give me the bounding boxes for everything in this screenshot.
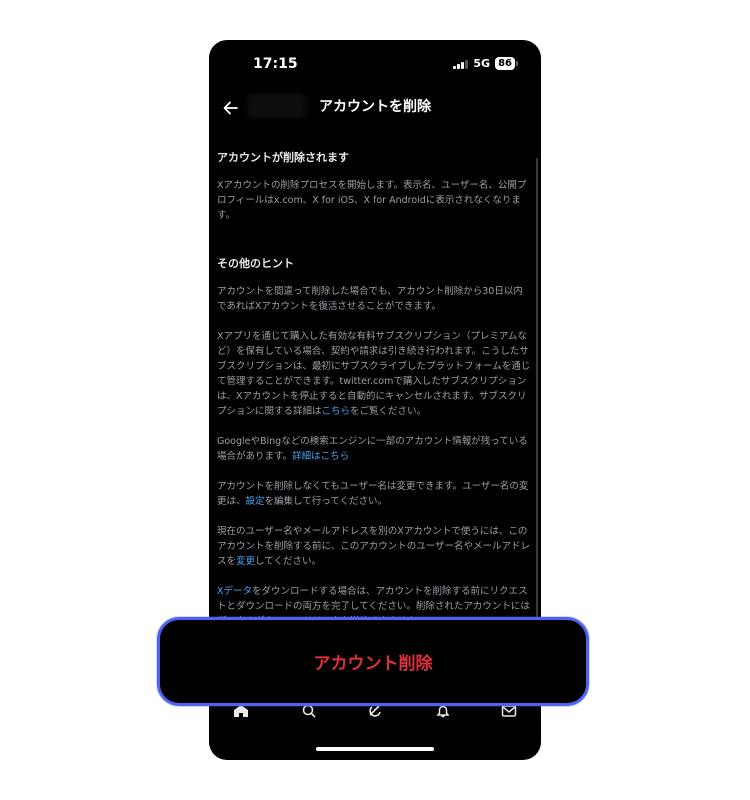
tip-paragraph: アカウントを削除しなくてもユーザー名は変更できます。ユーザー名の変更は、設定を編… bbox=[217, 481, 529, 507]
section-heading: その他のヒント bbox=[217, 257, 294, 270]
section-heading: アカウントが削除されます bbox=[217, 151, 349, 164]
grok-icon[interactable] bbox=[367, 704, 383, 718]
messages-icon[interactable] bbox=[501, 704, 517, 718]
settings-link[interactable]: 設定 bbox=[246, 496, 265, 507]
notifications-icon[interactable] bbox=[435, 704, 451, 718]
delete-account-label: アカウント削除 bbox=[313, 654, 433, 674]
x-data-link[interactable]: Xデータ bbox=[217, 586, 252, 597]
section-text: Xアカウントの削除プロセスを開始します。表示名、ユーザー名、公開プロフィールはx… bbox=[217, 180, 527, 221]
status-indicators: 5G 86 bbox=[453, 57, 518, 70]
search-icon[interactable] bbox=[301, 704, 317, 718]
home-indicator bbox=[316, 747, 434, 751]
network-label: 5G bbox=[473, 57, 491, 70]
battery-icon: 86 bbox=[495, 57, 518, 70]
home-icon[interactable] bbox=[233, 704, 249, 718]
delete-account-button[interactable]: アカウント削除 bbox=[157, 617, 589, 706]
tip-paragraph: アカウントを間違って削除した場合でも、アカウント削除から30日以内であればXアカ… bbox=[217, 286, 523, 312]
status-time: 17:15 bbox=[253, 56, 298, 72]
tip-paragraph: GoogleやBingなどの検索エンジンに一部のアカウント情報が残っている場合が… bbox=[217, 436, 528, 462]
learn-more-link[interactable]: 詳細はこちら bbox=[292, 451, 349, 462]
change-link[interactable]: 変更 bbox=[236, 556, 255, 567]
top-nav: アカウントを削除 bbox=[209, 90, 541, 128]
signal-icon bbox=[453, 59, 469, 69]
tip-paragraph: Xアプリを通じて購入した有効な有料サブスクリプション（プレミアムなど）を保有して… bbox=[217, 331, 531, 417]
status-bar: 17:15 5G 86 bbox=[209, 40, 541, 90]
content: アカウントが削除されます Xアカウントの削除プロセスを開始します。表示名、ユーザ… bbox=[217, 150, 532, 644]
subscription-link[interactable]: こちら bbox=[322, 406, 351, 417]
scrollbar[interactable] bbox=[536, 158, 538, 628]
page-title: アカウントを削除 bbox=[319, 99, 431, 115]
tip-paragraph: 現在のユーザー名やメールアドレスを別のXアカウントで使うには、このアカウントを削… bbox=[217, 526, 531, 567]
